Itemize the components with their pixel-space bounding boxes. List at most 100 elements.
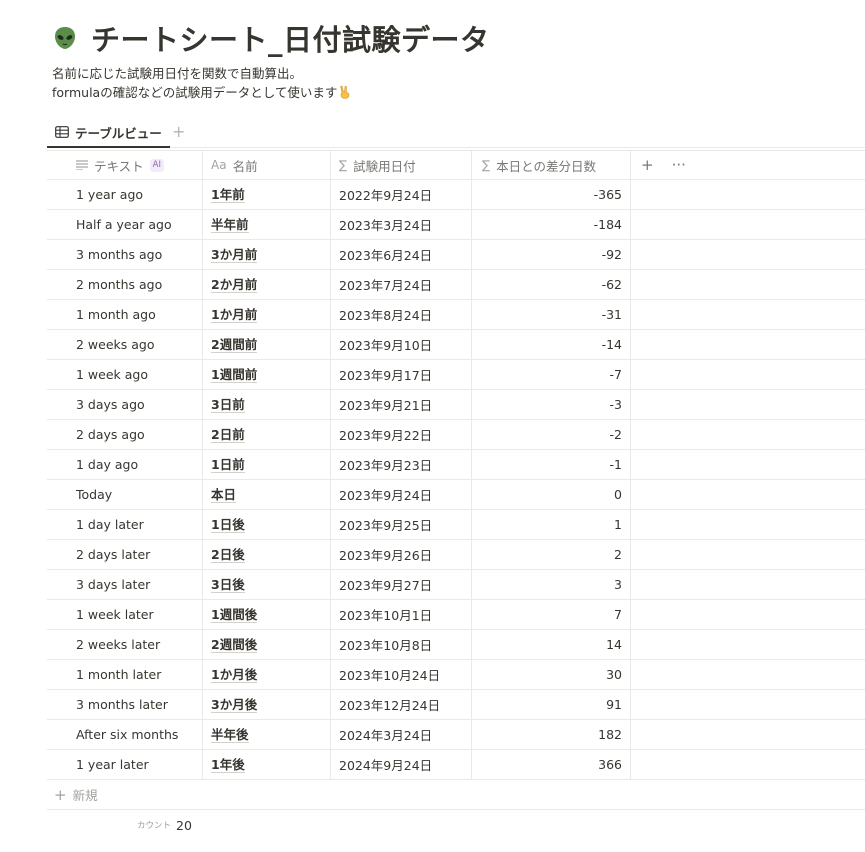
page-link[interactable]: 半年後 — [211, 727, 249, 743]
page-link[interactable]: 1日後 — [211, 517, 245, 533]
table-row[interactable]: Today 本日 2023年9月24日 0 — [47, 480, 865, 510]
day-diff-cell[interactable]: -184 — [472, 210, 631, 239]
text-cell[interactable]: 2 weeks later — [47, 630, 203, 659]
page-link[interactable]: 1週間前 — [211, 367, 258, 383]
text-cell[interactable]: 3 days ago — [47, 390, 203, 419]
name-cell[interactable]: 2日前 — [203, 420, 331, 449]
column-header-text[interactable]: テキスト AI — [47, 151, 203, 179]
table-row[interactable]: 2 weeks ago 2週間前 2023年9月10日 -14 — [47, 330, 865, 360]
table-row[interactable]: After six months 半年後 2024年3月24日 182 — [47, 720, 865, 750]
page-link[interactable]: 3日前 — [211, 397, 245, 413]
day-diff-cell[interactable]: 0 — [472, 480, 631, 509]
page-link[interactable]: 2週間前 — [211, 337, 258, 353]
name-cell[interactable]: 2週間後 — [203, 630, 331, 659]
page-link[interactable]: 2か月前 — [211, 277, 258, 293]
tab-table-view[interactable]: テーブルビュー — [47, 118, 170, 148]
table-row[interactable]: 1 day ago 1日前 2023年9月23日 -1 — [47, 450, 865, 480]
day-diff-cell[interactable]: 366 — [472, 750, 631, 779]
day-diff-cell[interactable]: 3 — [472, 570, 631, 599]
day-diff-cell[interactable]: -7 — [472, 360, 631, 389]
day-diff-cell[interactable]: 7 — [472, 600, 631, 629]
page-link[interactable]: 1年後 — [211, 757, 245, 773]
page-link[interactable]: 2日前 — [211, 427, 245, 443]
page-link[interactable]: 2週間後 — [211, 637, 258, 653]
test-date-cell[interactable]: 2023年9月24日 — [331, 480, 472, 509]
column-header-test-date[interactable]: ∑ 試験用日付 — [331, 151, 472, 179]
name-cell[interactable]: 3日前 — [203, 390, 331, 419]
text-cell[interactable]: 1 month ago — [47, 300, 203, 329]
text-cell[interactable]: After six months — [47, 720, 203, 749]
name-cell[interactable]: 半年前 — [203, 210, 331, 239]
text-cell[interactable]: 1 month later — [47, 660, 203, 689]
name-cell[interactable]: 1日前 — [203, 450, 331, 479]
day-diff-cell[interactable]: -1 — [472, 450, 631, 479]
text-cell[interactable]: 2 days later — [47, 540, 203, 569]
page-link[interactable]: 1か月後 — [211, 667, 258, 683]
text-cell[interactable]: 2 days ago — [47, 420, 203, 449]
column-header-day-diff[interactable]: ∑ 本日との差分日数 — [472, 151, 631, 179]
page-link[interactable]: 3か月後 — [211, 697, 258, 713]
page-description[interactable]: 名前に応じた試験用日付を関数で自動算出。 formulaの確認などの試験用データ… — [52, 64, 852, 102]
text-cell[interactable]: 3 months later — [47, 690, 203, 719]
test-date-cell[interactable]: 2023年10月8日 — [331, 630, 472, 659]
table-row[interactable]: 1 month later 1か月後 2023年10月24日 30 — [47, 660, 865, 690]
test-date-cell[interactable]: 2023年9月10日 — [331, 330, 472, 359]
page-link[interactable]: 2日後 — [211, 547, 245, 563]
table-row[interactable]: 1 month ago 1か月前 2023年8月24日 -31 — [47, 300, 865, 330]
test-date-cell[interactable]: 2023年3月24日 — [331, 210, 472, 239]
new-row-button[interactable]: + 新規 — [47, 780, 865, 810]
text-cell[interactable]: 1 day later — [47, 510, 203, 539]
count-label[interactable]: カウント — [137, 819, 171, 831]
text-cell[interactable]: Half a year ago — [47, 210, 203, 239]
text-cell[interactable]: 1 year later — [47, 750, 203, 779]
page-link[interactable]: 1か月前 — [211, 307, 258, 323]
day-diff-cell[interactable]: 2 — [472, 540, 631, 569]
name-cell[interactable]: 1か月後 — [203, 660, 331, 689]
text-cell[interactable]: 1 day ago — [47, 450, 203, 479]
name-cell[interactable]: 3日後 — [203, 570, 331, 599]
test-date-cell[interactable]: 2023年10月24日 — [331, 660, 472, 689]
test-date-cell[interactable]: 2023年9月27日 — [331, 570, 472, 599]
text-cell[interactable]: Today — [47, 480, 203, 509]
day-diff-cell[interactable]: 30 — [472, 660, 631, 689]
name-cell[interactable]: 1か月前 — [203, 300, 331, 329]
table-row[interactable]: 3 months ago 3か月前 2023年6月24日 -92 — [47, 240, 865, 270]
table-row[interactable]: 2 weeks later 2週間後 2023年10月8日 14 — [47, 630, 865, 660]
name-cell[interactable]: 1年前 — [203, 180, 331, 209]
test-date-cell[interactable]: 2023年7月24日 — [331, 270, 472, 299]
table-row[interactable]: 3 days later 3日後 2023年9月27日 3 — [47, 570, 865, 600]
name-cell[interactable]: 1週間前 — [203, 360, 331, 389]
test-date-cell[interactable]: 2023年9月21日 — [331, 390, 472, 419]
day-diff-cell[interactable]: 182 — [472, 720, 631, 749]
test-date-cell[interactable]: 2023年10月1日 — [331, 600, 472, 629]
text-cell[interactable]: 1 year ago — [47, 180, 203, 209]
test-date-cell[interactable]: 2023年9月25日 — [331, 510, 472, 539]
table-row[interactable]: 3 months later 3か月後 2023年12月24日 91 — [47, 690, 865, 720]
table-row[interactable]: 1 year ago 1年前 2022年9月24日 -365 — [47, 180, 865, 210]
name-cell[interactable]: 1週間後 — [203, 600, 331, 629]
add-view-plus-icon[interactable]: + — [172, 122, 185, 142]
name-cell[interactable]: 本日 — [203, 480, 331, 509]
text-cell[interactable]: 3 months ago — [47, 240, 203, 269]
text-cell[interactable]: 2 weeks ago — [47, 330, 203, 359]
name-cell[interactable]: 3か月後 — [203, 690, 331, 719]
table-row[interactable]: 3 days ago 3日前 2023年9月21日 -3 — [47, 390, 865, 420]
name-cell[interactable]: 2日後 — [203, 540, 331, 569]
more-icon[interactable]: ··· — [672, 156, 686, 174]
test-date-cell[interactable]: 2023年9月26日 — [331, 540, 472, 569]
page-link[interactable]: 3か月前 — [211, 247, 258, 263]
text-cell[interactable]: 1 week later — [47, 600, 203, 629]
page-link[interactable]: 1週間後 — [211, 607, 258, 623]
table-row[interactable]: 2 months ago 2か月前 2023年7月24日 -62 — [47, 270, 865, 300]
day-diff-cell[interactable]: 91 — [472, 690, 631, 719]
page-link[interactable]: 1年前 — [211, 187, 245, 203]
table-row[interactable]: 1 year later 1年後 2024年9月24日 366 — [47, 750, 865, 780]
day-diff-cell[interactable]: -2 — [472, 420, 631, 449]
test-date-cell[interactable]: 2023年9月22日 — [331, 420, 472, 449]
table-row[interactable]: 1 day later 1日後 2023年9月25日 1 — [47, 510, 865, 540]
page-link[interactable]: 本日 — [211, 487, 237, 503]
day-diff-cell[interactable]: -92 — [472, 240, 631, 269]
name-cell[interactable]: 2か月前 — [203, 270, 331, 299]
add-property-plus-icon[interactable]: + — [641, 156, 654, 174]
day-diff-cell[interactable]: -14 — [472, 330, 631, 359]
